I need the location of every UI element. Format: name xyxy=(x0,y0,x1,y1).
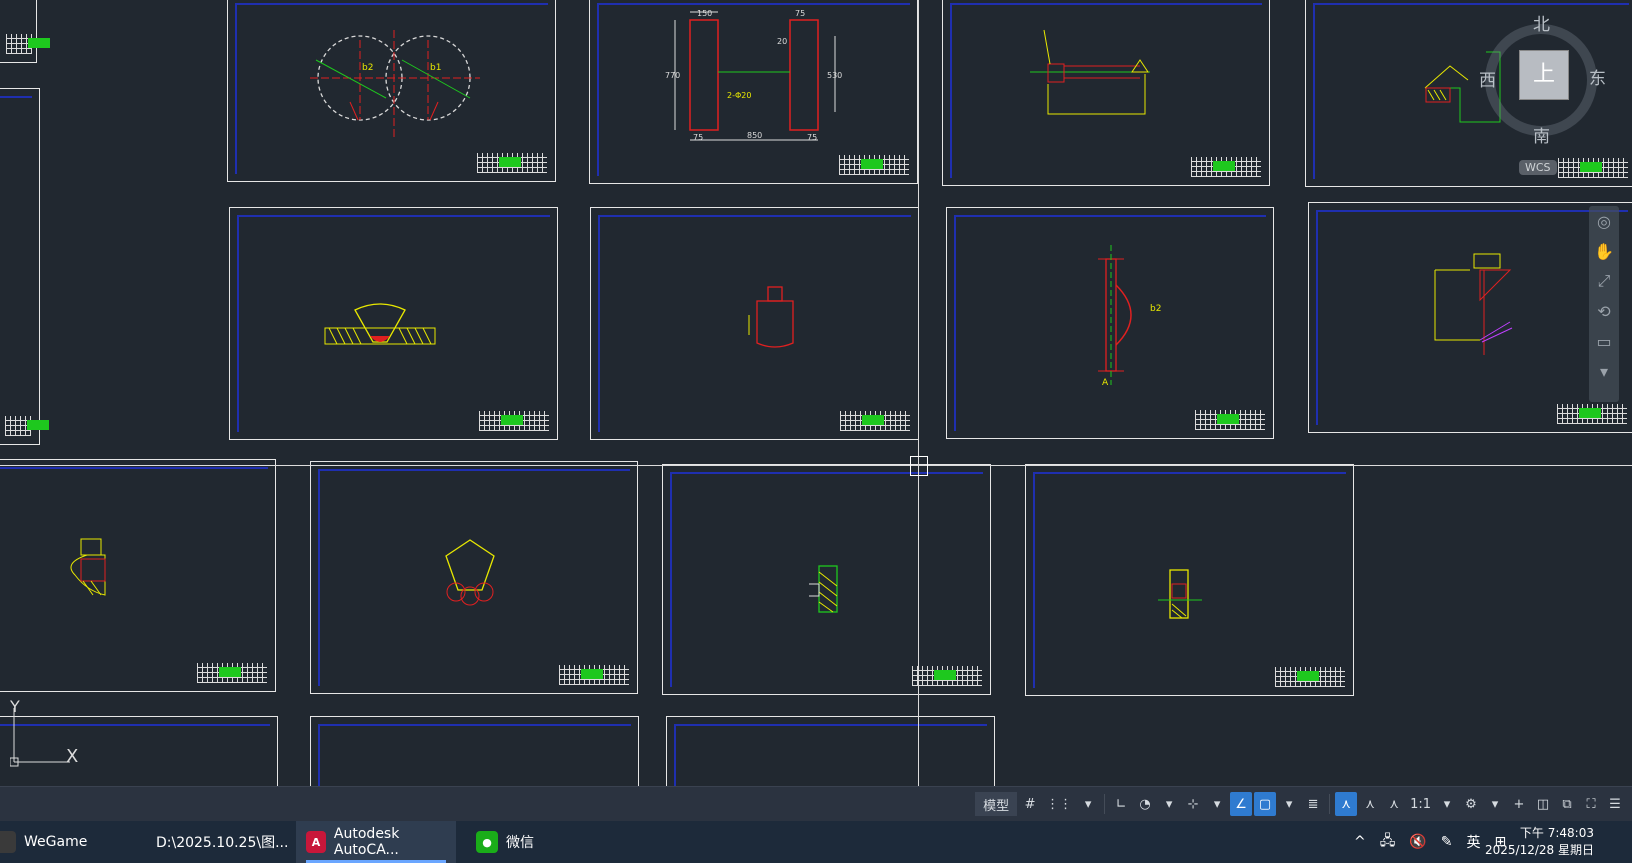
taskbar-app-label: WeGame xyxy=(24,834,88,850)
label-a: A xyxy=(1102,378,1109,388)
annotation-visibility-icon[interactable]: ⋏ xyxy=(1359,792,1381,816)
dim-770: 770 xyxy=(665,71,680,80)
ortho-icon[interactable]: ∟ xyxy=(1110,792,1132,816)
ime-indicator[interactable]: 英 xyxy=(1467,832,1481,852)
compass-north[interactable]: 北 xyxy=(1533,10,1550,35)
pipe-weld-drawing xyxy=(1030,29,1150,115)
vessel-drawing xyxy=(748,286,794,348)
label-b2-a: b2 xyxy=(362,63,373,73)
ucs-icon: X Y xyxy=(10,700,78,767)
dim-75-b: 75 xyxy=(807,133,817,142)
showmotion-icon[interactable]: ▭ xyxy=(1589,326,1619,356)
orbit-icon[interactable]: ⟲ xyxy=(1589,296,1619,326)
tee-section-drawing xyxy=(1158,569,1202,619)
pipe-section-drawing xyxy=(70,538,106,596)
workspace-dropdown-icon[interactable]: ▾ xyxy=(1484,792,1506,816)
hardware-icon[interactable]: ⧉ xyxy=(1556,792,1578,816)
drawing-sheet[interactable] xyxy=(310,716,639,786)
grid-icon[interactable]: # xyxy=(1019,792,1041,816)
crosshair-vertical xyxy=(918,0,919,786)
scale-dropdown-icon[interactable]: ▾ xyxy=(1436,792,1458,816)
status-bar: 模型 # ⋮⋮ ▾ ∟ ◔ ▾ ⊹ ▾ ∠ ▢ ▾ ≣ ⋏ ⋏ ⋏ 1:1 ▾ … xyxy=(0,786,1632,821)
label-b1: b1 xyxy=(430,63,441,73)
pen-icon[interactable]: ✎ xyxy=(1441,834,1453,850)
gear-icon[interactable]: ⚙ xyxy=(1460,792,1482,816)
polar-icon[interactable]: ◔ xyxy=(1134,792,1156,816)
ucs-x-label: X xyxy=(66,746,78,767)
dynamic-input-icon[interactable]: ∠ xyxy=(1230,792,1253,816)
viewcube[interactable]: 上 北 南 东 西 WCS xyxy=(1479,14,1606,175)
speaker-muted-icon[interactable]: 🔇 xyxy=(1409,834,1426,850)
label-b2-b: b2 xyxy=(1150,304,1161,314)
twin-circle-drawing: b2 b1 xyxy=(310,30,480,140)
navigation-bar[interactable]: ◎ ✋ ⤢ ⟲ ▭ ▾ xyxy=(1589,206,1619,402)
steering-wheel-icon[interactable]: ◎ xyxy=(1589,206,1619,236)
dim-530: 530 xyxy=(827,71,842,80)
selection-cycling-icon[interactable]: ≣ xyxy=(1302,792,1324,816)
dim-75-a: 75 xyxy=(693,133,703,142)
polar-dropdown-icon[interactable]: ▾ xyxy=(1158,792,1180,816)
compass-west[interactable]: 西 xyxy=(1479,66,1496,91)
lineweight-dropdown-icon[interactable]: ▾ xyxy=(1278,792,1300,816)
annotation-icon[interactable]: ⋏ xyxy=(1335,792,1358,816)
fan-weld-drawing xyxy=(324,303,436,345)
show-desktop-button[interactable] xyxy=(1624,821,1632,863)
chevron-up-icon[interactable]: ^ xyxy=(1354,834,1366,850)
dim-20: 20 xyxy=(777,37,787,46)
clock-date: 2025/12/28 星期日 xyxy=(1485,843,1594,857)
taskbar-app-wechat[interactable]: ● 微信 xyxy=(464,821,614,863)
flange-drawing xyxy=(1434,253,1513,355)
pan-icon[interactable]: ✋ xyxy=(1589,236,1619,266)
wechat-icon: ● xyxy=(476,831,498,853)
navbar-menu-icon[interactable]: ▾ xyxy=(1589,356,1619,386)
nozzle-drawing: b2 A xyxy=(1098,245,1161,388)
zoom-extents-icon[interactable]: ⤢ xyxy=(1589,266,1619,296)
autocad-icon: A xyxy=(306,831,326,853)
drawing-sheet[interactable] xyxy=(0,88,49,445)
dim-150: 150 xyxy=(697,9,712,18)
compass-south[interactable]: 南 xyxy=(1533,122,1550,147)
snap-dropdown-icon[interactable]: ▾ xyxy=(1077,792,1099,816)
taskbar-app-wegame[interactable]: WeGame xyxy=(0,821,130,863)
drawing-sheet[interactable] xyxy=(666,716,995,786)
menu-icon[interactable]: ☰ xyxy=(1604,792,1626,816)
taskbar-app-label: D:\2025.10.25\图... xyxy=(156,835,289,851)
viewcube-top-face[interactable]: 上 xyxy=(1519,50,1569,100)
osnap-icon[interactable]: ⊹ xyxy=(1182,792,1204,816)
system-tray: ^ 🖧 🔇 ✎ 英 ⊞ xyxy=(1354,821,1506,863)
dim-75-top: 75 xyxy=(795,9,805,18)
drawing-sheet[interactable] xyxy=(0,459,276,692)
drawing-canvas[interactable]: b2 b1 150 75 770 530 20 2-Φ20 75 850 75 xyxy=(0,0,1632,786)
annotation-scale-icon[interactable]: ⋏ xyxy=(1383,792,1405,816)
wegame-icon xyxy=(0,831,16,853)
fullscreen-icon[interactable]: ⛶ xyxy=(1580,792,1602,816)
triple-circle-drawing xyxy=(445,539,495,606)
h-frame-drawing: 150 75 770 530 20 2-Φ20 75 850 75 xyxy=(665,9,842,142)
scale-selector[interactable]: 1:1 xyxy=(1407,792,1434,816)
taskbar-app-label: Autodesk AutoCA... xyxy=(333,826,400,858)
windows-taskbar: WeGame D:\2025.10.25\图... A Autodesk Aut… xyxy=(0,821,1632,863)
system-clock[interactable]: 下午 7:48:03 2025/12/28 星期日 xyxy=(1485,825,1594,859)
drawing-sheet[interactable] xyxy=(0,0,50,63)
lineweight-icon[interactable]: ▢ xyxy=(1254,792,1277,816)
dim-phi20: 2-Φ20 xyxy=(727,91,751,100)
taskbar-app-label: 微信 xyxy=(506,835,534,851)
stiffener-drawing xyxy=(809,565,838,613)
taskbar-app-folder[interactable]: D:\2025.10.25\图... xyxy=(138,821,288,863)
wcs-menu[interactable]: WCS xyxy=(1519,160,1557,175)
plus-icon[interactable]: + xyxy=(1508,792,1530,816)
network-icon[interactable]: 🖧 xyxy=(1380,830,1396,854)
compass-east[interactable]: 东 xyxy=(1589,64,1606,89)
cursor-pickbox xyxy=(910,456,928,476)
crosshair-horizontal xyxy=(0,465,1632,466)
taskbar-app-autocad[interactable]: A Autodesk AutoCA... xyxy=(296,821,456,863)
model-tab[interactable]: 模型 xyxy=(975,792,1018,816)
dim-850: 850 xyxy=(747,131,762,140)
isolate-icon[interactable]: ◫ xyxy=(1532,792,1554,816)
snap-icon[interactable]: ⋮⋮ xyxy=(1043,792,1075,816)
osnap-dropdown-icon[interactable]: ▾ xyxy=(1206,792,1228,816)
clock-time: 下午 7:48:03 xyxy=(1519,826,1594,840)
ucs-y-label: Y xyxy=(10,700,20,716)
